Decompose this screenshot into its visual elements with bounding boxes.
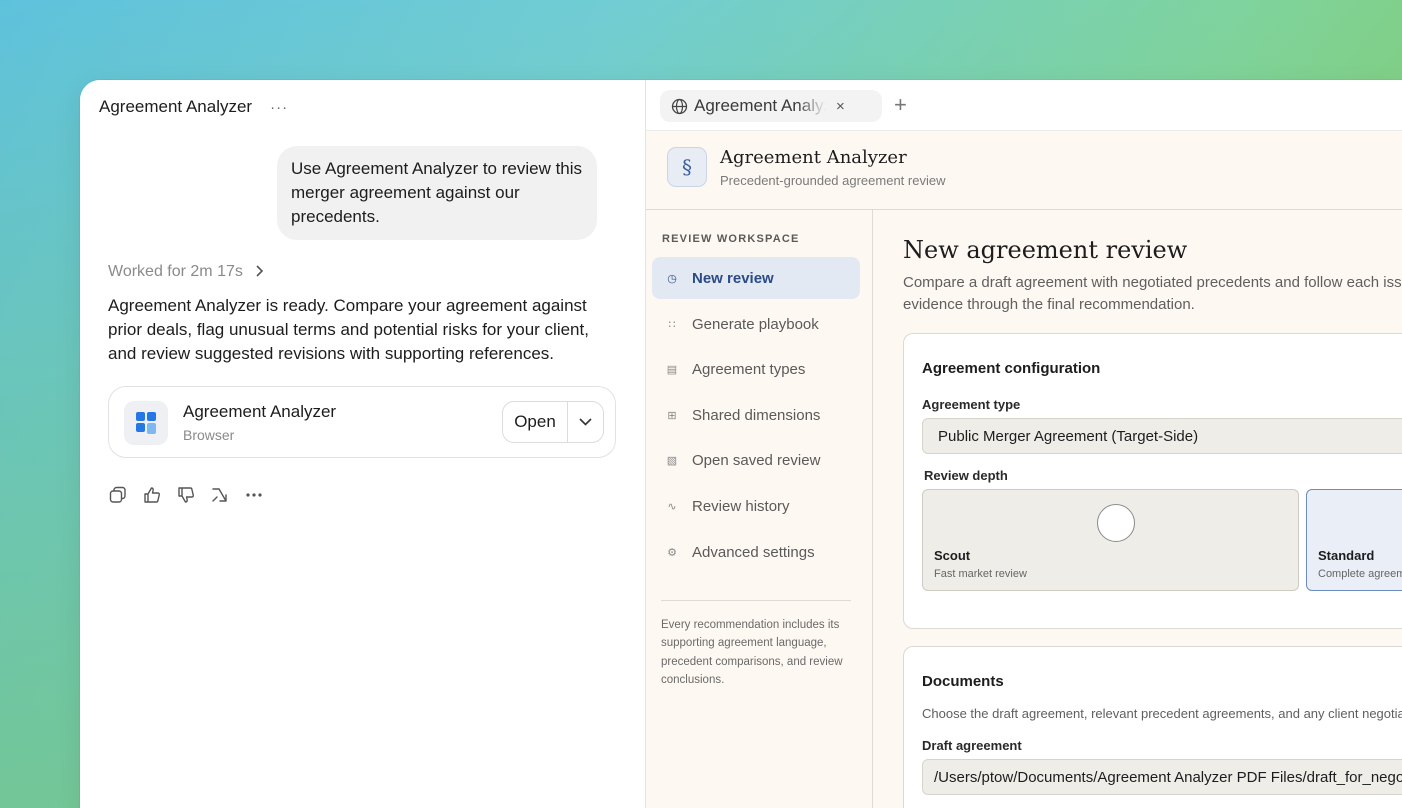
gear-icon: ⚙ bbox=[667, 546, 677, 559]
app-logo-icon bbox=[124, 401, 168, 445]
chat-pane: Agreement Analyzer ··· Use Agreement Ana… bbox=[80, 80, 646, 808]
section-sign-icon: § bbox=[667, 147, 707, 187]
app-subtitle: Precedent-grounded agreement review bbox=[720, 173, 946, 188]
grid-icon: ⊞ bbox=[667, 409, 677, 422]
draft-agreement-label: Draft agreement bbox=[922, 738, 1022, 753]
clock-icon: ◷ bbox=[667, 272, 677, 285]
open-options-button[interactable] bbox=[568, 413, 603, 431]
open-button-group: Open bbox=[502, 401, 604, 443]
globe-icon bbox=[671, 98, 688, 115]
message-actions bbox=[109, 485, 279, 505]
more-icon[interactable] bbox=[245, 485, 279, 505]
sidebar-item-label: New review bbox=[692, 269, 774, 287]
sidebar-item-agreement-types[interactable]: ▤ Agreement types bbox=[652, 348, 860, 390]
documents-card: Documents Choose the draft agreement, re… bbox=[903, 646, 1402, 808]
app-title: Agreement Analyzer bbox=[720, 147, 907, 168]
sidebar-item-advanced-settings[interactable]: ⚙ Advanced settings bbox=[652, 531, 860, 573]
chevron-right-icon bbox=[255, 264, 264, 280]
browser-pane: Agreement Analyzer × + § Agreement Analy… bbox=[646, 80, 1402, 808]
thumbs-down-icon[interactable] bbox=[177, 485, 211, 505]
sidebar-item-generate-playbook[interactable]: ∷ Generate playbook bbox=[652, 303, 860, 345]
worked-for-label: Worked for 2m 17s bbox=[108, 263, 243, 280]
worked-for-toggle[interactable]: Worked for 2m 17s bbox=[108, 263, 264, 281]
new-tab-button[interactable]: + bbox=[894, 92, 907, 118]
depth-option-name: Standard bbox=[1318, 548, 1375, 563]
agreement-type-select[interactable]: Public Merger Agreement (Target-Side) bbox=[922, 418, 1402, 454]
sidebar-item-label: Advanced settings bbox=[692, 543, 815, 561]
depth-option-subtitle: Complete agreement review bbox=[1318, 568, 1402, 580]
chevron-down-icon bbox=[579, 413, 592, 431]
draft-agreement-field[interactable]: /Users/ptow/Documents/Agreement Analyzer… bbox=[922, 759, 1402, 795]
page-description-line: Compare a draft agreement with negotiate… bbox=[903, 274, 1402, 291]
folder-icon: ▧ bbox=[666, 454, 678, 467]
sidebar-item-open-saved-review[interactable]: ▧ Open saved review bbox=[652, 439, 860, 481]
radio-circle-icon bbox=[1097, 504, 1135, 542]
sidebar-item-shared-dimensions[interactable]: ⊞ Shared dimensions bbox=[652, 394, 860, 436]
card-title: Documents bbox=[922, 673, 1004, 690]
main-content: New agreement review Compare a draft agr… bbox=[873, 210, 1402, 808]
open-button[interactable]: Open bbox=[503, 412, 567, 432]
browser-tabbar: Agreement Analyzer × + bbox=[646, 80, 1402, 131]
tab-close-icon[interactable]: × bbox=[836, 98, 845, 115]
document-icon: ▤ bbox=[666, 363, 678, 376]
app-header: § Agreement Analyzer Precedent-grounded … bbox=[646, 131, 1402, 210]
sidebar-item-new-review[interactable]: ◷ New review bbox=[652, 257, 860, 299]
documents-description: Choose the draft agreement, relevant pre… bbox=[922, 706, 1402, 721]
sidebar-item-label: Shared dimensions bbox=[692, 406, 821, 424]
app-window: Agreement Analyzer ··· Use Agreement Ana… bbox=[80, 80, 1402, 808]
sidebar-item-review-history[interactable]: ∿ Review history bbox=[652, 485, 860, 527]
history-icon: ∿ bbox=[667, 500, 677, 513]
sidebar-item-label: Generate playbook bbox=[692, 315, 819, 333]
app-card-name: Agreement Analyzer bbox=[183, 402, 337, 421]
share-icon[interactable] bbox=[211, 485, 245, 505]
tab-title: Agreement Analyzer bbox=[694, 96, 826, 115]
app-card-subtitle: Browser bbox=[183, 427, 235, 443]
thumbs-up-icon[interactable] bbox=[143, 485, 177, 505]
app-card[interactable]: Agreement Analyzer Browser Open bbox=[108, 386, 616, 458]
page-title: New agreement review bbox=[903, 236, 1188, 264]
page-description-line: evidence through the final recommendatio… bbox=[903, 296, 1195, 313]
sidebar-divider bbox=[661, 600, 851, 601]
chat-header: Agreement Analyzer ··· bbox=[99, 96, 288, 118]
depth-option-standard[interactable]: Standard Complete agreement review bbox=[1306, 489, 1402, 591]
sidebar-item-label: Agreement types bbox=[692, 360, 806, 378]
sidebar-note: Every recommendation includes its suppor… bbox=[661, 619, 843, 686]
depth-option-scout[interactable]: Scout Fast market review bbox=[922, 489, 1299, 591]
sidebar-item-label: Review history bbox=[692, 497, 790, 515]
copy-icon[interactable] bbox=[109, 485, 143, 505]
list-icon: ∷ bbox=[668, 318, 676, 331]
depth-option-name: Scout bbox=[934, 548, 971, 563]
chat-title: Agreement Analyzer bbox=[99, 97, 253, 116]
page-description: Compare a draft agreement with negotiate… bbox=[903, 272, 1402, 316]
chat-more-button[interactable]: ··· bbox=[270, 99, 288, 116]
agreement-type-label: Agreement type bbox=[922, 397, 1021, 412]
browser-tab[interactable]: Agreement Analyzer × bbox=[660, 90, 882, 122]
user-message: Use Agreement Analyzer to review this me… bbox=[277, 146, 597, 240]
assistant-message: Agreement Analyzer is ready. Compare you… bbox=[108, 296, 589, 363]
agreement-configuration-card: Agreement configuration Agreement type P… bbox=[903, 333, 1402, 629]
sidebar-heading: REVIEW WORKSPACE bbox=[662, 233, 800, 245]
depth-option-subtitle: Fast market review bbox=[934, 568, 1027, 580]
sidebar: REVIEW WORKSPACE ◷ New review ∷ Generate… bbox=[646, 210, 873, 808]
card-title: Agreement configuration bbox=[922, 360, 1101, 377]
review-depth-label: Review depth bbox=[924, 468, 1008, 483]
sidebar-item-label: Open saved review bbox=[692, 451, 821, 469]
